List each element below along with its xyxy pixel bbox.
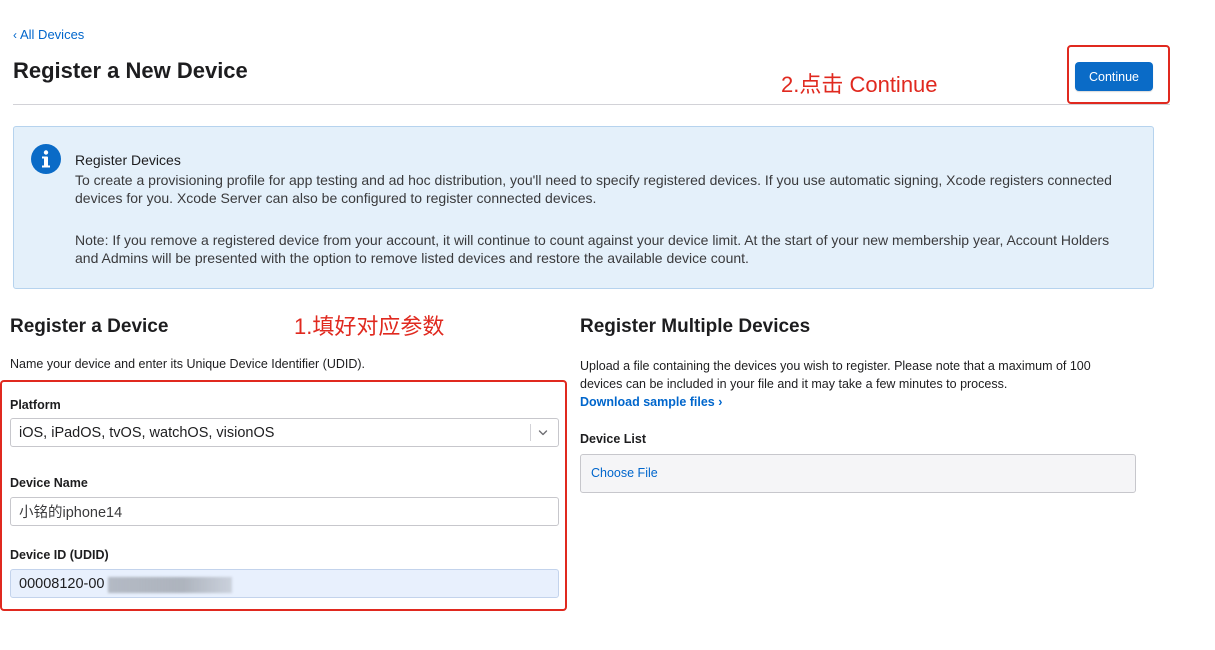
- device-list-label: Device List: [580, 432, 647, 446]
- register-device-title: Register a Device: [10, 316, 169, 337]
- platform-select[interactable]: iOS, iPadOS, tvOS, watchOS, visionOS: [10, 418, 559, 447]
- udid-input[interactable]: [10, 569, 559, 598]
- info-paragraph-2: Note: If you remove a registered device …: [75, 232, 1110, 266]
- device-list-file-input[interactable]: Choose File: [580, 454, 1136, 493]
- chevron-left-icon: ‹: [13, 28, 17, 42]
- register-multiple-title: Register Multiple Devices: [580, 316, 811, 337]
- annotation-box-continue: [1067, 45, 1170, 104]
- select-divider: [530, 424, 531, 441]
- info-icon: [31, 144, 61, 174]
- chevron-right-icon: ›: [718, 395, 723, 409]
- download-sample-files-link[interactable]: Download sample files ›: [580, 395, 722, 409]
- chevron-down-icon: [536, 424, 550, 441]
- download-link-label: Download sample files: [580, 395, 715, 409]
- header-divider: [13, 104, 1170, 105]
- device-name-label: Device Name: [10, 476, 88, 490]
- info-banner: Register Devices To create a provisionin…: [13, 126, 1154, 289]
- register-device-description: Name your device and enter its Unique De…: [10, 357, 366, 371]
- annotation-step-1: 1.填好对应参数: [294, 314, 445, 339]
- info-paragraph-1: To create a provisioning profile for app…: [75, 172, 1112, 206]
- back-link-label: All Devices: [20, 27, 85, 42]
- redaction-blur: [108, 577, 232, 593]
- udid-label: Device ID (UDID): [10, 548, 109, 562]
- info-heading: Register Devices: [75, 152, 181, 168]
- back-link-all-devices[interactable]: ‹ All Devices: [13, 27, 84, 42]
- register-multiple-description: Upload a file containing the devices you…: [580, 359, 1091, 391]
- platform-select-value: iOS, iPadOS, tvOS, watchOS, visionOS: [19, 425, 275, 441]
- platform-label: Platform: [10, 398, 61, 412]
- device-name-input[interactable]: [10, 497, 559, 526]
- page-title: Register a New Device: [13, 58, 248, 83]
- choose-file-button[interactable]: Choose File: [591, 466, 658, 480]
- annotation-step-2: 2.点击 Continue: [781, 72, 938, 97]
